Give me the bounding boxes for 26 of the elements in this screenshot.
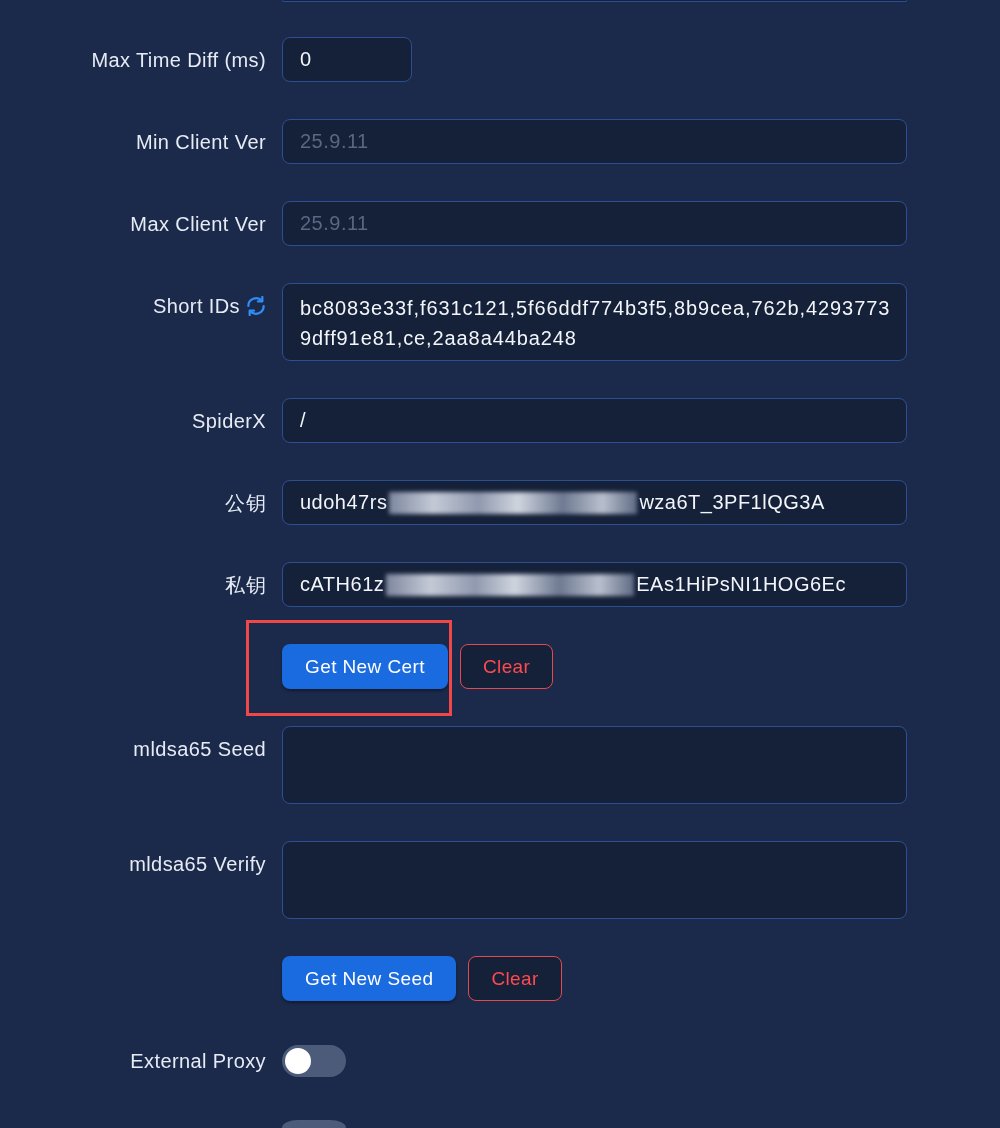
field-label: SpiderX <box>192 408 266 433</box>
input-field[interactable]: cATH61z EAs1HiPsNI1HOG6Ec <box>282 562 907 607</box>
input-field[interactable]: 0 <box>282 37 412 82</box>
clear-button[interactable]: Clear <box>468 956 562 1001</box>
text-area[interactable] <box>282 841 907 919</box>
text-area[interactable] <box>282 726 907 804</box>
text-area[interactable]: bc8083e33f,f631c121,5f66ddf774b3f5,8b9cea,762b,42937739dff91e81,ce,2aa8a44ba248 <box>282 283 907 361</box>
field-label: 公钥 <box>225 490 266 515</box>
field-label: Min Client Ver <box>135 129 266 154</box>
input-field[interactable]: 25.9.11 <box>282 119 907 164</box>
refresh-icon[interactable] <box>246 296 266 316</box>
input-field[interactable]: / <box>282 398 907 443</box>
toggle-switch[interactable] <box>282 1120 346 1128</box>
input-field[interactable]: 25.9.11 <box>282 201 907 246</box>
field-label: External Proxy <box>130 1048 266 1073</box>
field-label: Max Client Ver <box>130 211 266 236</box>
field-label: 私钥 <box>225 572 266 597</box>
field-label: Max Time Diff (ms) <box>91 47 266 72</box>
action-button[interactable]: Get New Cert <box>282 644 448 689</box>
input-field[interactable]: udoh47rs wza6T_3PF1lQG3A <box>282 480 907 525</box>
field-label: mldsa65 Verify <box>129 852 266 876</box>
field-label: Short IDs <box>153 294 240 318</box>
field-label: mldsa65 Seed <box>133 737 266 761</box>
toggle-switch[interactable] <box>282 1044 346 1077</box>
clear-button[interactable]: Clear <box>459 644 554 689</box>
action-button[interactable]: Get New Seed <box>282 956 457 1001</box>
